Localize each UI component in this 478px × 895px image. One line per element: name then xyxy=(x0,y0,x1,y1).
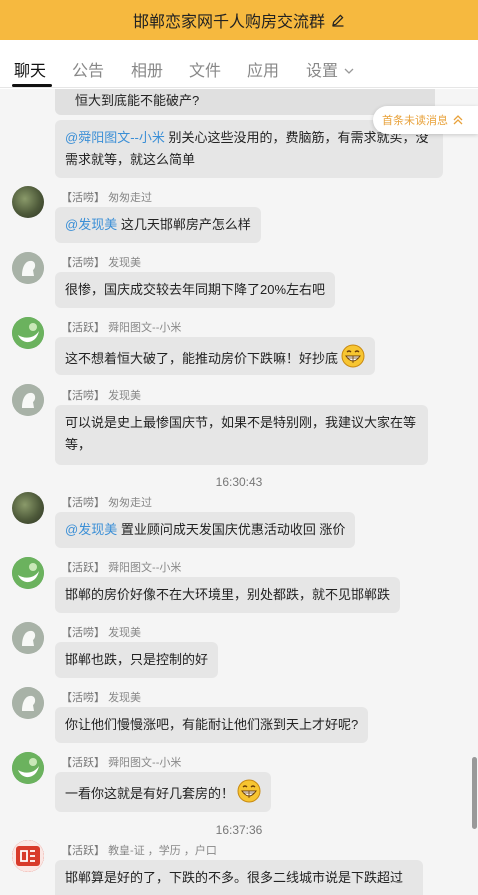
sender-meta: 【活唠】 发现美 xyxy=(61,257,142,269)
double-chevron-up-icon xyxy=(453,115,463,125)
message-text: 很惨，国庆成交较去年同期下降了20%左右吧 xyxy=(65,282,326,297)
scrollbar-thumb[interactable] xyxy=(472,757,477,829)
tab-bar: 聊天 公告 相册 文件 应用 设置 xyxy=(0,40,478,88)
avatar[interactable] xyxy=(12,557,44,589)
chat-area: 恒大到底能不能破产? @舜阳图文--小米 别关心这些没用的，费脑筋，有需求就买，… xyxy=(0,89,478,895)
sender-meta: 【活唠】 匆匆走过 xyxy=(61,192,153,204)
message-bubble: 这不想着恒大破了，能推动房价下跌嘛！好抄底 xyxy=(55,337,376,375)
message-bubble: 一看你这就是有好几套房的！ xyxy=(55,772,272,812)
grin-emoji-icon xyxy=(341,344,365,375)
message-text: 恒大到底能不能破产? xyxy=(75,93,200,108)
message-text-line2: 等， xyxy=(65,437,92,452)
sender-meta: 【活唠】 匆匆走过 xyxy=(61,497,153,509)
group-header: 邯郸恋家网千人购房交流群 xyxy=(0,0,478,40)
sender-meta: 【活唠】 发现美 xyxy=(61,390,142,402)
mention-link[interactable]: @发现美 xyxy=(65,217,117,232)
message-text: 这几天邯郸房产怎么样 xyxy=(117,217,251,232)
message-bubble: 你让他们慢慢涨吧，有能耐让他们涨到天上才好呢? xyxy=(55,707,369,743)
avatar[interactable] xyxy=(12,384,44,416)
message-text: 你让他们慢慢涨吧，有能耐让他们涨到天上才好呢? xyxy=(65,717,359,732)
group-title: 邯郸恋家网千人购房交流群 xyxy=(132,14,325,31)
avatar[interactable] xyxy=(12,840,44,872)
mention-link[interactable]: @发现美 xyxy=(65,522,117,537)
avatar[interactable] xyxy=(12,186,44,218)
avatar[interactable] xyxy=(12,252,44,284)
message-bubble: 邯郸也跌，只是控制的好 xyxy=(55,642,219,678)
sender-name[interactable]: 发现美 xyxy=(108,692,141,704)
timestamp: 16:37:36 xyxy=(215,823,263,837)
sender-meta: 【活唠】 发现美 xyxy=(61,627,142,639)
sender-meta: 【活跃】 舜阳图文--小米 xyxy=(61,562,182,574)
sender-name[interactable]: 发现美 xyxy=(108,627,141,639)
sender-name[interactable]: 舜阳图文--小米 xyxy=(108,322,181,334)
sender-meta: 【活跃】 舜阳图文--小米 xyxy=(61,757,182,769)
message-text: 邯郸的房价好像不在大环境里，别处都跌，就不见邯郸跌 xyxy=(65,587,391,602)
message-text: 置业顾问成天发国庆优惠活动收回 涨价 xyxy=(117,522,346,537)
avatar[interactable] xyxy=(12,317,44,349)
message-bubble: @发现美 置业顾问成天发国庆优惠活动收回 涨价 xyxy=(55,512,356,548)
chevron-down-icon xyxy=(344,61,354,79)
tab-album[interactable]: 相册 xyxy=(131,57,163,81)
message-text: 可以说是史上最惨国庆节，如果不是特别刚，我建议大家在等 xyxy=(65,415,417,430)
message-bubble: 邯郸的房价好像不在大环境里，别处都跌，就不见邯郸跌 xyxy=(55,577,401,613)
sender-name[interactable]: 匆匆走过 xyxy=(108,192,152,204)
sender-name[interactable]: 舜阳图文--小米 xyxy=(108,562,181,574)
sender-meta: 【活跃】 教皇-证 ，学历 ，户口 xyxy=(61,845,217,857)
tab-apps[interactable]: 应用 xyxy=(247,57,279,81)
first-unread-button[interactable]: 首条未读消息 xyxy=(373,106,478,134)
first-unread-label: 首条未读消息 xyxy=(382,115,448,127)
sender-meta: 【活跃】 舜阳图文--小米 xyxy=(61,322,182,334)
message-bubble: 可以说是史上最惨国庆节，如果不是特别刚，我建议大家在等 等， xyxy=(55,405,428,465)
timestamp: 16:30:43 xyxy=(215,475,263,489)
tab-settings-label: 设置 xyxy=(306,63,339,80)
avatar[interactable] xyxy=(12,492,44,524)
sender-name[interactable]: 发现美 xyxy=(108,390,141,402)
edit-icon[interactable] xyxy=(331,13,345,27)
message-text: 一看你这就是有好几套房的！ xyxy=(65,785,235,801)
mention-link[interactable]: @舜阳图文--小米 xyxy=(65,130,165,145)
message-text: 邯郸算是好的了，下跌的不多。很多二线城市说是下跌超过 xyxy=(65,870,404,885)
grin-emoji-icon xyxy=(237,779,261,810)
sender-name[interactable]: 发现美 xyxy=(108,257,141,269)
active-tab-indicator xyxy=(12,84,52,87)
sender-name[interactable]: 教皇-证 ，学历 ，户口 xyxy=(108,845,217,857)
avatar[interactable] xyxy=(12,622,44,654)
sender-name[interactable]: 匆匆走过 xyxy=(108,497,152,509)
message-bubble: @发现美 这几天邯郸房产怎么样 xyxy=(55,207,261,243)
message-text-line2: 需求就等，就这么简单 xyxy=(65,152,196,167)
sender-meta: 【活唠】 发现美 xyxy=(61,692,142,704)
message-bubble: 邯郸算是好的了，下跌的不多。很多二线城市说是下跌超过 xyxy=(55,860,423,895)
tab-settings[interactable]: 设置 xyxy=(306,57,354,81)
message-text: 这不想着恒大破了，能推动房价下跌嘛！好抄底 xyxy=(65,350,339,366)
tab-files[interactable]: 文件 xyxy=(189,57,221,81)
tab-notice[interactable]: 公告 xyxy=(72,57,104,81)
sender-name[interactable]: 舜阳图文--小米 xyxy=(108,757,181,769)
message-bubble: 很惨，国庆成交较去年同期下降了20%左右吧 xyxy=(55,272,336,308)
avatar[interactable] xyxy=(12,752,44,784)
avatar[interactable] xyxy=(12,687,44,719)
tab-chat[interactable]: 聊天 xyxy=(14,57,46,81)
message-text: 邯郸也跌，只是控制的好 xyxy=(65,652,209,667)
